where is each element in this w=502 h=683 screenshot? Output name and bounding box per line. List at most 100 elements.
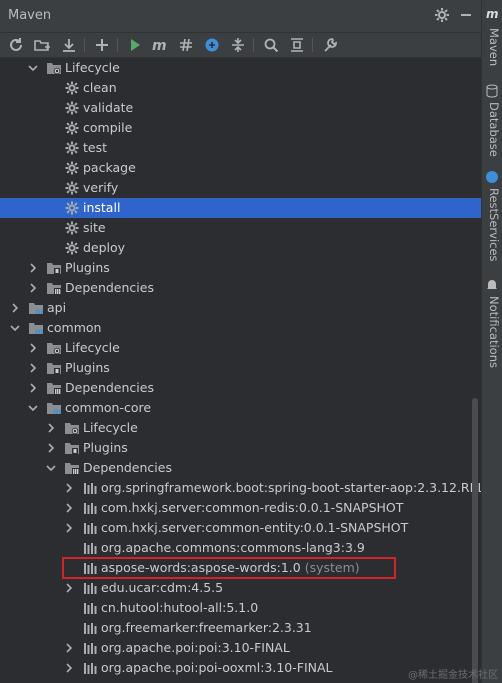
maven-tool-window: Maven m Lifecycle clean validate compile tes… bbox=[0, 0, 502, 683]
tree-row-label: validate bbox=[83, 100, 134, 115]
run-icon[interactable] bbox=[126, 36, 144, 54]
chevron-down-icon[interactable] bbox=[27, 61, 39, 75]
tree-row-label: org.apache.poi:poi-ooxml:3.10-FINAL bbox=[101, 660, 333, 675]
chevron-right-icon[interactable] bbox=[27, 381, 39, 395]
library-icon bbox=[82, 520, 98, 536]
tree-row-label: org.freemarker:freemarker:2.3.31 bbox=[101, 620, 312, 635]
chevron-down-icon[interactable] bbox=[9, 321, 21, 335]
tree-row[interactable]: Plugins bbox=[0, 358, 481, 378]
tree-row-label: Dependencies bbox=[65, 280, 154, 295]
chevron-right-icon[interactable] bbox=[63, 661, 75, 675]
chevron-down-icon[interactable] bbox=[45, 461, 57, 475]
download-icon[interactable] bbox=[60, 36, 78, 54]
tree-row[interactable]: package bbox=[0, 158, 481, 178]
library-icon bbox=[82, 540, 98, 556]
chevron-right-icon[interactable] bbox=[63, 501, 75, 515]
tree-row-label: Lifecycle bbox=[83, 420, 138, 435]
chevron-right-icon[interactable] bbox=[63, 581, 75, 595]
library-icon bbox=[82, 620, 98, 636]
chevron-right-icon[interactable] bbox=[63, 521, 75, 535]
tree-row[interactable]: Lifecycle bbox=[0, 338, 481, 358]
tree-row[interactable]: site bbox=[0, 218, 481, 238]
chevron-right-icon[interactable] bbox=[63, 481, 75, 495]
library-icon bbox=[82, 640, 98, 656]
tree-row[interactable]: Plugins bbox=[0, 438, 481, 458]
database-strip-tab[interactable]: Database bbox=[484, 84, 502, 157]
tree-row[interactable]: Plugins bbox=[0, 258, 481, 278]
tree-row[interactable]: m common-core bbox=[0, 398, 481, 418]
chevron-right-icon[interactable] bbox=[9, 301, 21, 315]
maven-strip-tab[interactable]: m Maven bbox=[484, 6, 502, 66]
tree-row-label: Plugins bbox=[83, 440, 128, 455]
maven-module-icon: m bbox=[28, 320, 44, 336]
tree-row[interactable]: Dependencies bbox=[0, 278, 481, 298]
tree-row[interactable]: clean bbox=[0, 78, 481, 98]
chevron-right-icon[interactable] bbox=[63, 641, 75, 655]
folder-gear-icon bbox=[46, 340, 62, 356]
gear-icon bbox=[64, 240, 80, 256]
chevron-right-icon[interactable] bbox=[45, 421, 57, 435]
notifications-strip-label: Notifications bbox=[487, 296, 501, 368]
skip-tests-icon[interactable] bbox=[177, 36, 195, 54]
tree-row[interactable]: compile bbox=[0, 118, 481, 138]
tree-row[interactable]: com.hxkj.server:common-redis:0.0.1-SNAPS… bbox=[0, 498, 481, 518]
tree-row-label: package bbox=[83, 160, 136, 175]
tree-row[interactable]: verify bbox=[0, 178, 481, 198]
refresh-icon[interactable] bbox=[7, 36, 25, 54]
gear-icon bbox=[64, 220, 80, 236]
maven-module-icon: m bbox=[46, 400, 62, 416]
tree-row[interactable]: com.hxkj.server:common-entity:0.0.1-SNAP… bbox=[0, 518, 481, 538]
folder-plugin-icon bbox=[46, 360, 62, 376]
tree-row[interactable]: m common bbox=[0, 318, 481, 338]
toolbar-separator bbox=[312, 38, 313, 52]
folder-library-icon bbox=[64, 460, 80, 476]
settings-wrench-icon[interactable] bbox=[321, 36, 339, 54]
tree-row-label: com.hxkj.server:common-redis:0.0.1-SNAPS… bbox=[101, 500, 404, 515]
tree-row[interactable]: deploy bbox=[0, 238, 481, 258]
maven-projects-tree: Lifecycle clean validate compile test package… bbox=[0, 58, 481, 683]
offline-icon[interactable] bbox=[203, 36, 221, 54]
chevron-down-icon[interactable] bbox=[27, 401, 39, 415]
dependency-analyzer-icon[interactable] bbox=[262, 36, 280, 54]
database-strip-label: Database bbox=[487, 102, 501, 157]
plus-icon[interactable] bbox=[93, 36, 111, 54]
add-folder-icon[interactable] bbox=[33, 36, 51, 54]
tree-row[interactable]: validate bbox=[0, 98, 481, 118]
tree-row[interactable]: edu.ucar:cdm:4.5.5 bbox=[0, 578, 481, 598]
tree-row[interactable]: Dependencies bbox=[0, 378, 481, 398]
gear-icon[interactable] bbox=[434, 7, 450, 23]
maven-strip-label: Maven bbox=[487, 28, 501, 67]
tree-row-label: Plugins bbox=[65, 360, 110, 375]
tree-row[interactable]: install bbox=[0, 198, 481, 218]
tree-row-label: org.apache.poi:poi:3.10-FINAL bbox=[101, 640, 290, 655]
tree-row[interactable]: org.springframework.boot:spring-boot-sta… bbox=[0, 478, 481, 498]
collapse-icon[interactable] bbox=[229, 36, 247, 54]
chevron-right-icon[interactable] bbox=[45, 441, 57, 455]
tree-row[interactable]: test bbox=[0, 138, 481, 158]
chevron-right-icon[interactable] bbox=[27, 261, 39, 275]
tree-row[interactable]: Lifecycle bbox=[0, 58, 481, 78]
folder-library-icon bbox=[46, 380, 62, 396]
tree-row[interactable]: Dependencies bbox=[0, 458, 481, 478]
rest-services-strip-tab[interactable]: RestServices bbox=[484, 170, 502, 262]
annotation-highlight-box bbox=[62, 557, 396, 579]
chevron-right-icon[interactable] bbox=[27, 281, 39, 295]
show-dependencies-icon[interactable] bbox=[288, 36, 306, 54]
notifications-strip-tab[interactable]: Notifications bbox=[484, 278, 502, 368]
gear-icon bbox=[64, 160, 80, 176]
tree-row[interactable]: cn.hutool:hutool-all:5.1.0 bbox=[0, 598, 481, 618]
vertical-scrollbar[interactable] bbox=[472, 398, 478, 683]
chevron-right-icon[interactable] bbox=[27, 361, 39, 375]
svg-text:m: m bbox=[486, 7, 499, 20]
maven-m-icon[interactable]: m bbox=[151, 36, 169, 54]
tree-row[interactable]: m api bbox=[0, 298, 481, 318]
tree-row-label: Dependencies bbox=[65, 380, 154, 395]
tree-row-label: deploy bbox=[83, 240, 126, 255]
tree-row[interactable]: org.freemarker:freemarker:2.3.31 bbox=[0, 618, 481, 638]
tree-row[interactable]: org.apache.poi:poi:3.10-FINAL bbox=[0, 638, 481, 658]
chevron-right-icon[interactable] bbox=[27, 341, 39, 355]
tree-row[interactable]: org.apache.commons:commons-lang3:3.9 bbox=[0, 538, 481, 558]
minimize-icon[interactable] bbox=[458, 7, 474, 23]
svg-text:m: m bbox=[35, 327, 43, 336]
tree-row[interactable]: Lifecycle bbox=[0, 418, 481, 438]
